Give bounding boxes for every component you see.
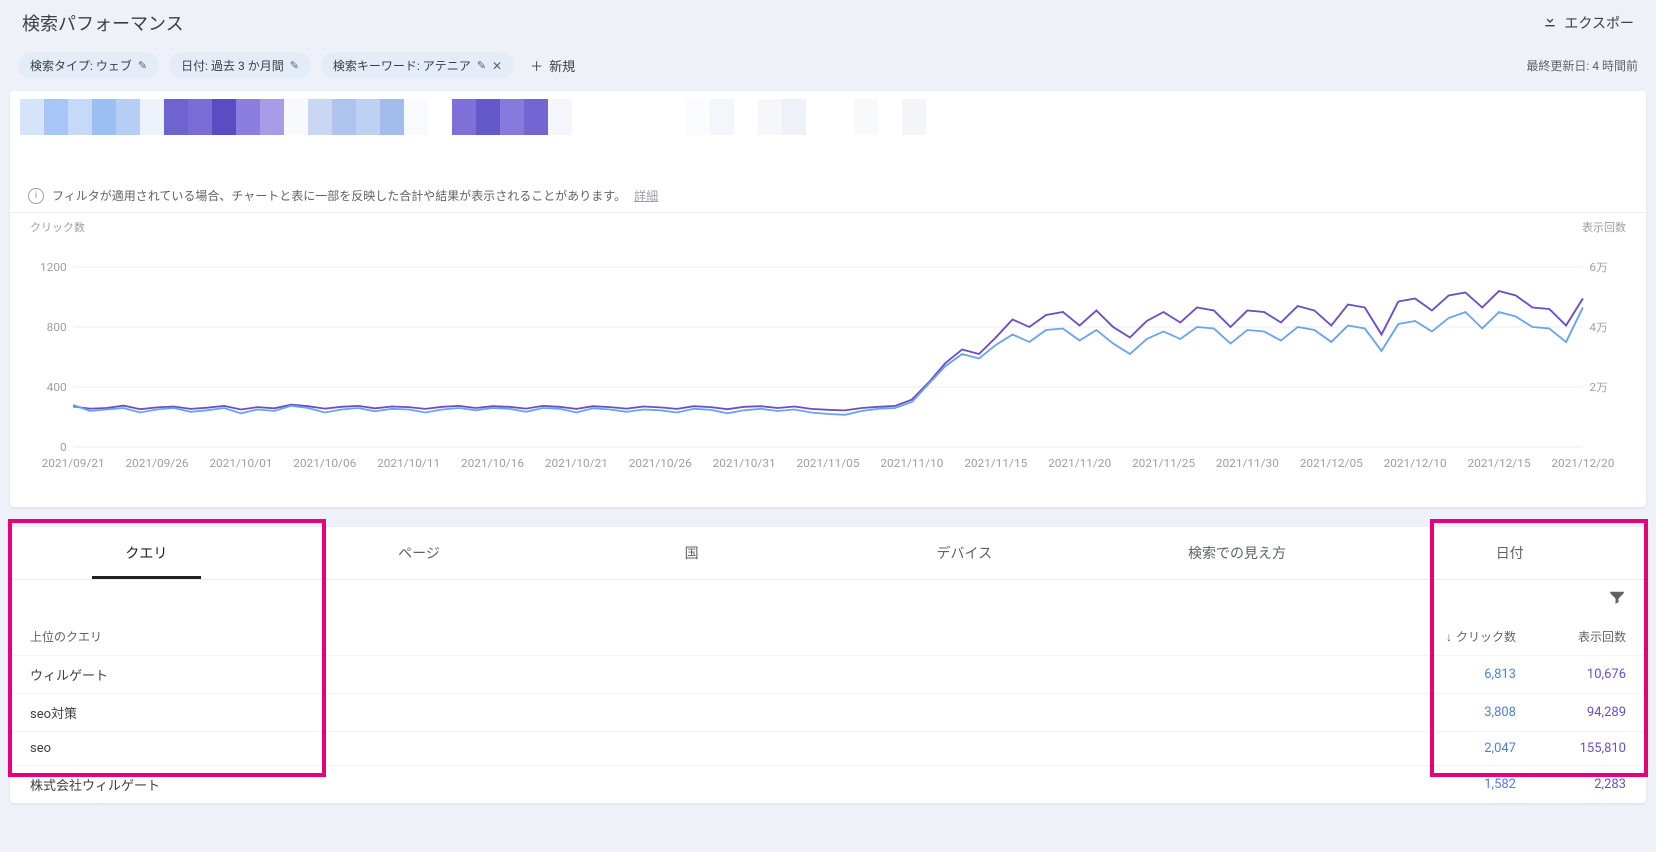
svg-text:2021/10/06: 2021/10/06 bbox=[293, 456, 356, 469]
svg-text:2021/12/05: 2021/12/05 bbox=[1300, 456, 1363, 469]
clicks-cell: 2,047 bbox=[1406, 741, 1516, 756]
svg-text:2021/10/01: 2021/10/01 bbox=[209, 456, 272, 469]
export-label: エクスポー bbox=[1564, 13, 1634, 33]
last-updated: 最終更新日: 4 時間前 bbox=[1526, 57, 1638, 74]
chart-card: i フィルタが適用されている場合、チャートと表に一部を反映した合計や結果が表示さ… bbox=[10, 91, 1646, 507]
filter-chip-search-type[interactable]: 検索タイプ: ウェブ ✎ bbox=[18, 52, 159, 79]
table-row[interactable]: ウィルゲート6,81310,676 bbox=[10, 655, 1646, 693]
add-filter-label: 新規 bbox=[549, 56, 575, 75]
info-icon: i bbox=[28, 188, 44, 204]
svg-text:2021/11/05: 2021/11/05 bbox=[796, 456, 859, 469]
close-icon[interactable]: ✕ bbox=[492, 59, 502, 73]
tab-page[interactable]: ページ bbox=[283, 527, 556, 579]
clicks-line bbox=[73, 308, 1583, 415]
filter-icon[interactable] bbox=[1608, 588, 1626, 610]
filter-bar: 検索タイプ: ウェブ ✎ 日付: 過去 3 か月間 ✎ 検索キーワード: アテニ… bbox=[0, 46, 1656, 85]
impressions-cell: 10,676 bbox=[1516, 667, 1626, 682]
svg-text:2021/11/10: 2021/11/10 bbox=[880, 456, 943, 469]
plus-icon: ＋ bbox=[530, 56, 543, 75]
svg-text:2021/10/21: 2021/10/21 bbox=[545, 456, 608, 469]
filter-chip-query[interactable]: 検索キーワード: アテニア ✎ ✕ bbox=[321, 52, 514, 79]
impressions-cell: 94,289 bbox=[1516, 705, 1626, 720]
query-cell: seo対策 bbox=[30, 703, 1406, 722]
query-cell: seo bbox=[30, 741, 1406, 756]
svg-text:400: 400 bbox=[47, 380, 67, 393]
query-cell: 株式会社ウィルゲート bbox=[30, 775, 1406, 794]
results-card: クエリ ページ 国 デバイス 検索での見え方 日付 上位のクエリ ↓クリック数 … bbox=[10, 527, 1646, 803]
sort-desc-icon: ↓ bbox=[1446, 630, 1452, 644]
filter-chip-date[interactable]: 日付: 過去 3 か月間 ✎ bbox=[169, 52, 311, 79]
edit-icon: ✎ bbox=[290, 59, 299, 72]
svg-text:2021/10/26: 2021/10/26 bbox=[629, 456, 692, 469]
svg-text:6万: 6万 bbox=[1589, 260, 1608, 273]
svg-text:2021/10/16: 2021/10/16 bbox=[461, 456, 524, 469]
col-header-impressions[interactable]: 表示回数 bbox=[1516, 628, 1626, 645]
add-filter-button[interactable]: ＋ 新規 bbox=[530, 56, 575, 75]
svg-text:0: 0 bbox=[60, 440, 67, 453]
clicks-cell: 6,813 bbox=[1406, 667, 1516, 682]
tab-row: クエリ ページ 国 デバイス 検索での見え方 日付 bbox=[10, 527, 1646, 580]
tab-date[interactable]: 日付 bbox=[1373, 527, 1646, 579]
edit-icon: ✎ bbox=[477, 59, 486, 72]
export-button[interactable]: エクスポー bbox=[1542, 13, 1634, 33]
svg-text:4万: 4万 bbox=[1589, 320, 1608, 333]
info-more-link[interactable]: 詳細 bbox=[634, 187, 658, 204]
y-axis-right-label: 表示回数 bbox=[1582, 219, 1626, 235]
tab-device[interactable]: デバイス bbox=[828, 527, 1101, 579]
svg-text:2021/09/26: 2021/09/26 bbox=[125, 456, 188, 469]
table-header: 上位のクエリ ↓クリック数 表示回数 bbox=[10, 618, 1646, 655]
query-cell: ウィルゲート bbox=[30, 665, 1406, 684]
clicks-cell: 1,582 bbox=[1406, 777, 1516, 792]
table-row[interactable]: 株式会社ウィルゲート1,5822,283 bbox=[10, 765, 1646, 803]
info-banner: i フィルタが適用されている場合、チャートと表に一部を反映した合計や結果が表示さ… bbox=[10, 179, 1646, 213]
metric-cards-blurred bbox=[10, 91, 1646, 179]
svg-text:2021/11/25: 2021/11/25 bbox=[1132, 456, 1195, 469]
svg-text:2021/12/20: 2021/12/20 bbox=[1551, 456, 1614, 469]
chip-label: 検索キーワード: アテニア bbox=[333, 57, 471, 74]
chip-label: 検索タイプ: ウェブ bbox=[30, 57, 132, 74]
edit-icon: ✎ bbox=[138, 59, 147, 72]
impressions-cell: 155,810 bbox=[1516, 741, 1626, 756]
page-title: 検索パフォーマンス bbox=[22, 10, 184, 36]
tab-search-appearance[interactable]: 検索での見え方 bbox=[1101, 527, 1374, 579]
info-text: フィルタが適用されている場合、チャートと表に一部を反映した合計や結果が表示される… bbox=[52, 187, 626, 204]
svg-text:2021/10/31: 2021/10/31 bbox=[713, 456, 776, 469]
svg-text:2021/10/11: 2021/10/11 bbox=[377, 456, 440, 469]
impressions-cell: 2,283 bbox=[1516, 777, 1626, 792]
chip-label: 日付: 過去 3 か月間 bbox=[181, 57, 284, 74]
svg-text:2万: 2万 bbox=[1589, 380, 1608, 393]
svg-text:2021/11/30: 2021/11/30 bbox=[1216, 456, 1279, 469]
svg-text:2021/12/10: 2021/12/10 bbox=[1384, 456, 1447, 469]
col-header-clicks[interactable]: ↓クリック数 bbox=[1406, 628, 1516, 645]
impressions-line bbox=[73, 291, 1583, 410]
clicks-cell: 3,808 bbox=[1406, 705, 1516, 720]
svg-text:2021/12/15: 2021/12/15 bbox=[1467, 456, 1530, 469]
svg-text:2021/09/21: 2021/09/21 bbox=[42, 456, 105, 469]
svg-text:800: 800 bbox=[47, 320, 67, 333]
download-icon bbox=[1542, 13, 1558, 33]
tab-query[interactable]: クエリ bbox=[10, 527, 283, 579]
performance-chart[interactable]: 1200 800 400 0 6万 4万 2万 2021/09/21 2021/0… bbox=[30, 227, 1626, 497]
table-row[interactable]: seo対策3,80894,289 bbox=[10, 693, 1646, 731]
svg-text:2021/11/20: 2021/11/20 bbox=[1048, 456, 1111, 469]
table-row[interactable]: seo2,047155,810 bbox=[10, 731, 1646, 765]
y-axis-left-label: クリック数 bbox=[30, 219, 85, 235]
svg-text:2021/11/15: 2021/11/15 bbox=[964, 456, 1027, 469]
col-header-query: 上位のクエリ bbox=[30, 628, 1406, 645]
tab-country[interactable]: 国 bbox=[555, 527, 828, 579]
svg-text:1200: 1200 bbox=[40, 260, 67, 273]
